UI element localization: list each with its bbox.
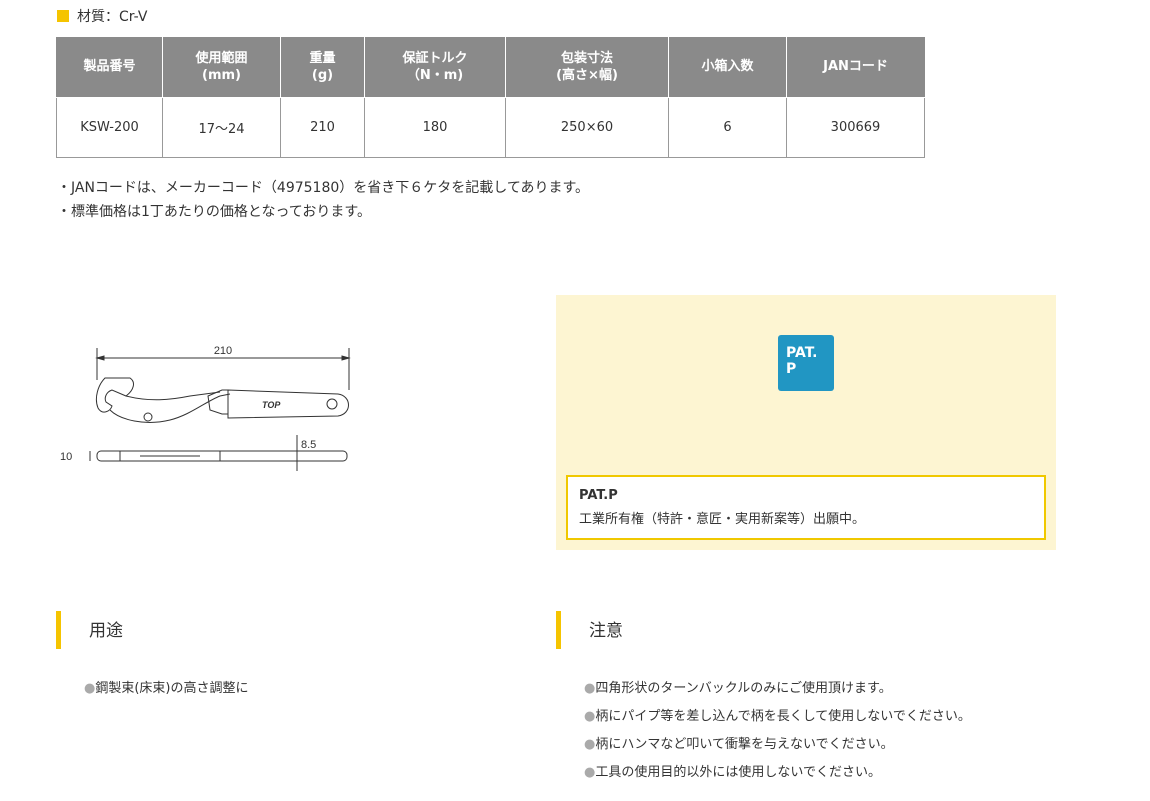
wrench-body-upper — [125, 391, 221, 401]
arrow-left-icon — [95, 355, 105, 361]
pat-title: PAT.P — [579, 488, 618, 503]
wrench-hole — [143, 412, 153, 422]
side-view — [96, 450, 348, 462]
cell-weight: 210 — [280, 96, 365, 158]
list-item: ●四角形状のターンバックルのみにご使用頂けます。 — [584, 681, 892, 696]
table-header-row: 製品番号 使用範囲 (mm) 重量 (g) 保証トルク （N・m) 包装寸法 (高さ×幅… — [56, 37, 925, 98]
note-price: ・標準価格は1丁あたりの価格となっております。 — [57, 204, 371, 220]
header-product-number: 製品番号 — [56, 37, 163, 98]
list-item: ●柄にパイプ等を差し込んで柄を長くして使用しないでください。 — [584, 709, 971, 724]
length-label: 210 — [214, 345, 232, 357]
handle-label: 8.5 — [301, 439, 316, 451]
yellow-square-icon — [57, 10, 69, 22]
wrench-jaw — [95, 377, 134, 413]
cell-jan: 300669 — [786, 96, 925, 158]
cell-product-number: KSW-200 — [56, 96, 163, 158]
wrench-body-lower — [109, 393, 231, 423]
spec-table: 製品番号 使用範囲 (mm) 重量 (g) 保証トルク （N・m) 包装寸法 (高さ×幅… — [56, 37, 925, 158]
handle-hole — [326, 398, 338, 410]
pat-notice: PAT.P 工業所有権（特許・意匠・実用新案等）出願中。 — [566, 475, 1046, 540]
header-weight: 重量 (g) — [280, 37, 365, 98]
cell-package-size: 250×60 — [505, 96, 669, 158]
arrow-right-icon — [341, 355, 351, 361]
pat-logo: PAT. P — [778, 335, 834, 391]
cell-range: 17〜24 — [162, 96, 281, 158]
cell-torque: 180 — [364, 96, 506, 158]
material-text: 材質：Cr-V — [77, 9, 148, 25]
list-item: ●工具の使用目的以外には使用しないでください。 — [584, 765, 881, 780]
list-item: ●柄にハンマなど叩いて衝撃を与えないでください。 — [584, 737, 894, 752]
brand-label: TOP — [262, 400, 281, 410]
header-torque: 保証トルク （N・m) — [364, 37, 506, 98]
note-jan: ・JANコードは、メーカーコード（4975180）を省き下６ケタを記載してありま… — [57, 180, 590, 196]
header-package-size: 包装寸法 (高さ×幅) — [505, 37, 669, 98]
wrench-handle — [227, 389, 349, 419]
pat-panel: PAT. P PAT.P 工業所有権（特許・意匠・実用新案等）出願中。 — [556, 295, 1056, 550]
pat-description: 工業所有権（特許・意匠・実用新案等）出願中。 — [579, 512, 866, 527]
header-range: 使用範囲 (mm) — [162, 37, 281, 98]
caution-list: ●四角形状のターンバックルのみにご使用頂けます。 ●柄にパイプ等を差し込んで柄を… — [584, 675, 971, 787]
wrench-diagram: 210 TOP 10 8.5 — [60, 345, 351, 471]
list-item: ●鋼製束(床束)の高さ調整に — [84, 681, 249, 696]
table-row: KSW-200 17〜24 210 180 250×60 6 300669 — [56, 96, 925, 158]
header-box-qty: 小箱入数 — [668, 37, 787, 98]
usage-heading: 用途 — [56, 611, 123, 649]
material-line: 材質：Cr-V — [57, 6, 147, 26]
cell-box-qty: 6 — [668, 96, 787, 158]
header-jan: JANコード — [786, 37, 925, 98]
thickness-label: 10 — [60, 451, 72, 463]
caution-heading: 注意 — [556, 611, 623, 649]
usage-list: ●鋼製束(床束)の高さ調整に — [84, 675, 249, 703]
notes: ・JANコードは、メーカーコード（4975180）を省き下６ケタを記載してありま… — [57, 176, 589, 224]
